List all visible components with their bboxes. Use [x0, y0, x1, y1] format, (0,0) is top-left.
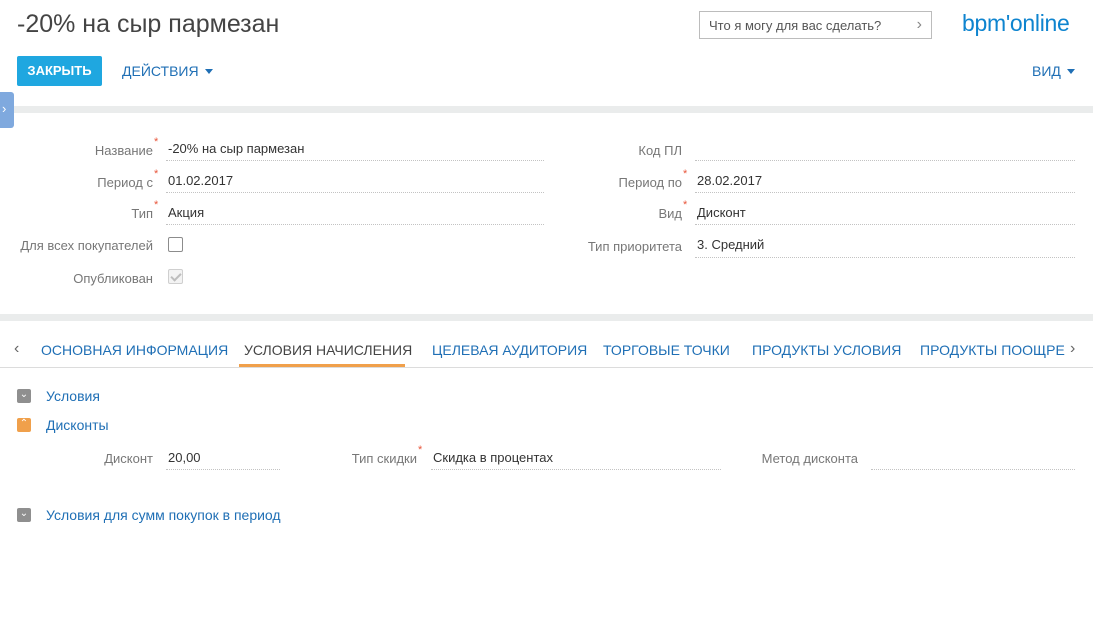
view-button[interactable]: ВИД	[1032, 63, 1075, 79]
tab-target-audience[interactable]: ЦЕЛЕВАЯ АУДИТОРИЯ	[432, 342, 587, 358]
discount-label: Дисконт	[104, 451, 153, 466]
type-label: Тип	[131, 206, 153, 221]
required-marker: *	[154, 199, 159, 211]
priority-field[interactable]: 3. Средний	[697, 237, 764, 252]
side-panel-toggle[interactable]: ›	[0, 92, 14, 128]
tab-accrual-conditions[interactable]: УСЛОВИЯ НАЧИСЛЕНИЯ	[244, 342, 412, 358]
published-label: Опубликован	[73, 271, 153, 286]
published-checkbox[interactable]	[168, 269, 183, 284]
chevron-right-icon[interactable]: ›	[1068, 340, 1076, 358]
kind-label: Вид	[658, 206, 682, 221]
chevron-up-icon[interactable]: ⌃	[17, 418, 31, 432]
tab-outlets[interactable]: ТОРГОВЫЕ ТОЧКИ	[603, 342, 730, 358]
period-from-label: Период с	[97, 175, 153, 190]
group-conditions-title[interactable]: Условия	[46, 388, 100, 404]
actions-label: ДЕЙСТВИЯ	[122, 63, 199, 79]
actions-button[interactable]: ДЕЙСТВИЯ	[122, 63, 213, 79]
code-underline	[695, 160, 1075, 161]
view-label: ВИД	[1032, 63, 1061, 79]
required-marker: *	[683, 168, 688, 180]
command-search-input[interactable]: Что я могу для вас сделать? ›	[699, 11, 932, 39]
discount-field[interactable]: 20,00	[168, 450, 201, 465]
name-field-underline	[166, 160, 544, 161]
kind-underline	[695, 224, 1075, 225]
period-from-field[interactable]: 01.02.2017	[168, 173, 233, 188]
kind-field[interactable]: Дисконт	[697, 205, 746, 220]
period-from-underline	[166, 192, 544, 193]
page: -20% на сыр пармезан Что я могу для вас …	[0, 0, 1093, 620]
discount-type-label: Тип скидки	[351, 451, 417, 466]
logo: bpm'online	[962, 10, 1070, 36]
all-customers-checkbox[interactable]	[168, 237, 183, 252]
required-marker: *	[418, 444, 423, 456]
group-purchase-sums-title[interactable]: Условия для сумм покупок в период	[46, 507, 281, 523]
form-divider	[0, 314, 1093, 321]
page-title: -20% на сыр пармезан	[17, 10, 280, 38]
name-field[interactable]: -20% на сыр пармезан	[168, 141, 304, 156]
close-button[interactable]: ЗАКРЫТЬ	[17, 56, 102, 86]
required-marker: *	[683, 199, 688, 211]
header-divider	[0, 106, 1093, 113]
discount-type-field[interactable]: Скидка в процентах	[433, 450, 553, 465]
type-underline	[166, 224, 544, 225]
code-label: Код ПЛ	[638, 143, 682, 158]
period-to-label: Период по	[618, 175, 682, 190]
caret-down-icon	[204, 69, 213, 74]
search-placeholder: Что я могу для вас сделать?	[709, 18, 882, 33]
tab-reward-products[interactable]: ПРОДУКТЫ ПООЩРЕНИЯ	[920, 342, 1066, 358]
required-marker: *	[154, 136, 159, 148]
chevron-down-icon[interactable]: ⌄	[17, 389, 31, 403]
tab-condition-products[interactable]: ПРОДУКТЫ УСЛОВИЯ	[752, 342, 901, 358]
type-field[interactable]: Акция	[168, 205, 204, 220]
priority-underline	[695, 257, 1075, 258]
all-customers-label: Для всех покупателей	[20, 238, 153, 253]
discount-type-underline	[431, 469, 721, 470]
period-to-field[interactable]: 28.02.2017	[697, 173, 762, 188]
caret-down-icon	[1066, 69, 1075, 74]
period-to-underline	[695, 192, 1075, 193]
name-label: Название	[94, 143, 153, 158]
tab-bar: ‹ ОСНОВНАЯ ИНФОРМАЦИЯ УСЛОВИЯ НАЧИСЛЕНИЯ…	[0, 322, 1093, 368]
chevron-right-icon: ›	[2, 101, 7, 116]
chevron-right-icon[interactable]: ›	[917, 16, 922, 34]
discount-method-label: Метод дисконта	[761, 451, 858, 466]
chevron-down-icon[interactable]: ⌄	[17, 508, 31, 522]
discount-method-underline	[871, 469, 1075, 470]
tab-main-info[interactable]: ОСНОВНАЯ ИНФОРМАЦИЯ	[41, 342, 228, 358]
active-tab-indicator	[239, 364, 405, 367]
chevron-left-icon[interactable]: ‹	[14, 340, 19, 358]
priority-label: Тип приоритета	[587, 239, 682, 254]
required-marker: *	[154, 168, 159, 180]
discount-underline	[166, 469, 280, 470]
group-discounts-title[interactable]: Дисконты	[46, 417, 109, 433]
